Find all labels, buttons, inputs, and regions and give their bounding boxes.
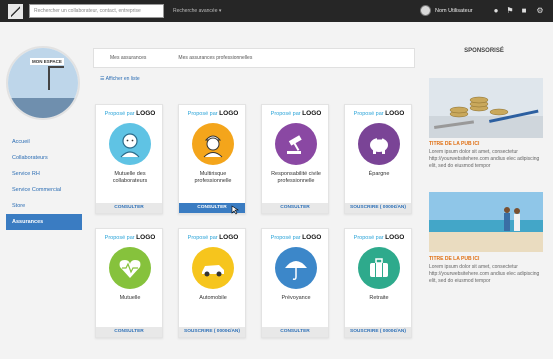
car-icon: [192, 247, 234, 289]
consult-button[interactable]: CONSULTER: [96, 203, 162, 213]
doctor-icon: [109, 123, 151, 165]
app-logo[interactable]: [8, 4, 23, 19]
list-view-link[interactable]: ☰ Afficher en liste: [100, 76, 140, 82]
flag-icon[interactable]: ⚑: [505, 6, 515, 16]
sidebar-nav: Accueil Collaborateurs Service RH Servic…: [6, 134, 82, 230]
card-provider: Proposé par LOGO: [270, 234, 322, 241]
piggy-bank-icon: [358, 123, 400, 165]
gear-icon[interactable]: ⚙: [535, 6, 545, 16]
crane-icon: [48, 66, 64, 90]
ad-title[interactable]: TITRE DE LA PUB ICI: [429, 141, 479, 147]
advanced-search-link[interactable]: Recherche avancée ▾: [173, 8, 221, 14]
user-icon[interactable]: ●: [491, 6, 501, 16]
umbrella-icon: [275, 247, 317, 289]
card-epargne[interactable]: Proposé par LOGO Épargne SOUSCRIRE ( 000…: [344, 104, 412, 214]
card-provider: Proposé par LOGO: [353, 110, 405, 117]
sidebar-logo: MON ESPACE: [6, 46, 80, 120]
card-provider: Proposé par LOGO: [187, 234, 239, 241]
avatar: [420, 5, 431, 16]
card-provider: Proposé par LOGO: [187, 110, 239, 117]
mouse-cursor-icon: [231, 205, 239, 215]
ad-image-beach[interactable]: [429, 192, 543, 252]
card-retraite[interactable]: Proposé par LOGO Retraite SOUSCRIRE ( 00…: [344, 228, 412, 338]
sidebar-item-accueil[interactable]: Accueil: [6, 134, 82, 150]
card-responsabilite-civile[interactable]: Proposé par LOGO Responsabilité civile p…: [261, 104, 329, 214]
sidebar-item-store[interactable]: Store: [6, 198, 82, 214]
sponsored-heading: SPONSORISÉ: [464, 48, 504, 54]
ad-image-coins[interactable]: [429, 78, 543, 138]
logo-sign-text: MON ESPACE: [30, 58, 64, 65]
card-title: Multirisque professionnelle: [194, 171, 232, 184]
sidebar-item-assurances[interactable]: Assurances: [6, 214, 82, 230]
tab-mes-assurances[interactable]: Mes assurances: [94, 55, 162, 61]
suitcase-icon: [358, 247, 400, 289]
card-mutuelle[interactable]: Proposé par LOGO Mutuelle CONSULTER: [95, 228, 163, 338]
user-name: Nom Utilisateur: [435, 7, 473, 14]
sidebar-item-collaborateurs[interactable]: Collaborateurs: [6, 150, 82, 166]
card-provider: Proposé par LOGO: [104, 110, 156, 117]
card-provider: Proposé par LOGO: [270, 110, 322, 117]
tab-mes-assurances-pro[interactable]: Mes assurances professionnelles: [162, 55, 268, 61]
card-title: Automobile: [199, 295, 227, 301]
ad-title[interactable]: TITRE DE LA PUB ICI: [429, 256, 479, 262]
card-automobile[interactable]: Proposé par LOGO Automobile SOUSCRIRE ( …: [178, 228, 246, 338]
tab-bar: Mes assurances Mes assurances profession…: [93, 48, 415, 68]
subscribe-button[interactable]: SOUSCRIRE ( 0000€/AN): [345, 327, 411, 337]
sidebar-item-service-rh[interactable]: Service RH: [6, 166, 82, 182]
card-title: Retraite: [369, 295, 389, 301]
card-title: Épargne: [368, 171, 390, 177]
sidebar-item-service-commercial[interactable]: Service Commercial: [6, 182, 82, 198]
top-bar: Rechercher un collaborateur, contact, en…: [0, 0, 553, 22]
card-title: Prévoyance: [281, 295, 311, 301]
gavel-icon: [275, 123, 317, 165]
chat-icon[interactable]: ■: [519, 6, 529, 16]
ad-text: Lorem ipsum dolor sit amet, consectetur …: [429, 149, 540, 169]
consult-button[interactable]: CONSULTER: [262, 203, 328, 213]
card-title: Responsabilité civile professionnelle: [271, 171, 321, 184]
card-provider: Proposé par LOGO: [104, 234, 156, 241]
search-input[interactable]: Rechercher un collaborateur, contact, en…: [29, 4, 164, 18]
card-mutuelle-collaborateurs[interactable]: Proposé par LOGO Mutuelle des collaborat…: [95, 104, 163, 214]
card-multirisque[interactable]: Proposé par LOGO Multirisque professionn…: [178, 104, 246, 214]
card-provider: Proposé par LOGO: [353, 234, 405, 241]
subscribe-button[interactable]: SOUSCRIRE ( 0000€/AN): [179, 327, 245, 337]
consult-button[interactable]: CONSULTER: [96, 327, 162, 337]
card-prevoyance[interactable]: Proposé par LOGO Prévoyance CONSULTER: [261, 228, 329, 338]
heart-icon: [109, 247, 151, 289]
subscribe-button[interactable]: SOUSCRIRE ( 0000€/AN): [345, 203, 411, 213]
list-view-label: Afficher en liste: [105, 76, 140, 82]
card-title: Mutuelle: [119, 295, 141, 301]
worker-icon: [192, 123, 234, 165]
ad-text: Lorem ipsum dolor sit amet, consectetur …: [429, 264, 540, 284]
card-title: Mutuelle des collaborateurs: [112, 171, 148, 184]
consult-button[interactable]: CONSULTER: [262, 327, 328, 337]
user-menu[interactable]: Nom Utilisateur: [420, 5, 473, 16]
